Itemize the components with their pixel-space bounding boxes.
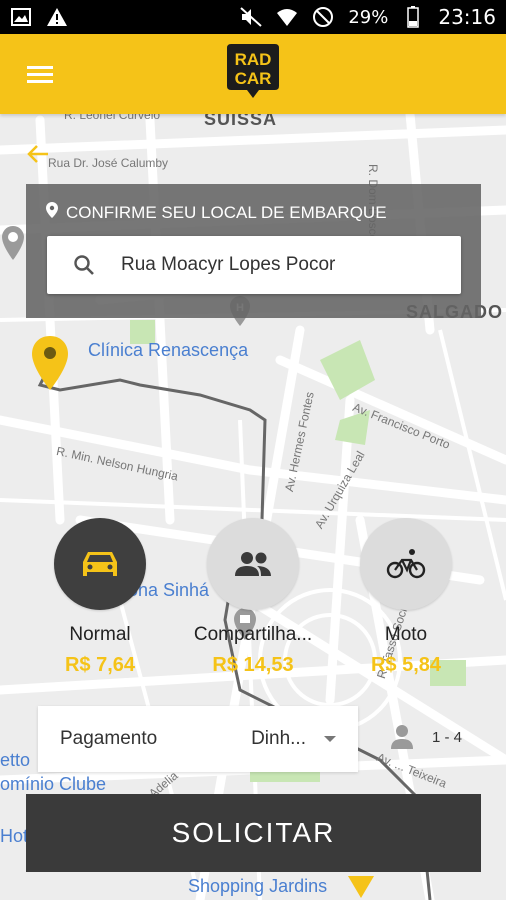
clock: 23:16 xyxy=(438,5,496,29)
option-moto[interactable]: Moto R$ 5,84 xyxy=(326,518,486,677)
option-price: R$ 5,84 xyxy=(370,654,442,676)
map-marker-icon xyxy=(2,226,24,260)
mute-icon xyxy=(240,6,263,28)
pickup-map-pin-icon[interactable] xyxy=(30,334,70,392)
option-shared[interactable]: Compartilha... R$ 14,53 xyxy=(173,518,333,677)
map-street-label: R. Leonel Curvelo xyxy=(64,114,161,122)
map-poi-label: Clínica Renascença xyxy=(88,340,249,360)
pickup-title-text: CONFIRME SEU LOCAL DE EMBARQUE xyxy=(66,202,387,222)
car-icon xyxy=(83,552,117,576)
hamburger-icon xyxy=(27,62,53,87)
battery-percent: 29% xyxy=(348,6,389,28)
pickup-title: CONFIRME SEU LOCAL DE EMBARQUE xyxy=(46,202,387,223)
map-poi-label: etto xyxy=(0,750,31,770)
image-notification-icon xyxy=(10,6,32,28)
option-circle[interactable] xyxy=(207,518,299,610)
menu-button[interactable] xyxy=(0,34,80,114)
map-district-label: SUISSA xyxy=(204,114,278,129)
logo-text-top: RAD xyxy=(235,50,272,69)
people-icon xyxy=(235,552,271,576)
payment-method-dropdown[interactable]: Dinh... xyxy=(251,728,336,750)
warning-icon xyxy=(46,6,68,28)
destination-pin-icon xyxy=(348,876,374,898)
radcar-logo: RAD CAR xyxy=(225,42,281,102)
do-not-disturb-icon xyxy=(312,6,334,28)
map-poi-label: Shopping Jardins xyxy=(188,876,328,896)
app-bar: RAD CAR xyxy=(0,34,506,114)
search-icon xyxy=(47,254,121,276)
passenger-count[interactable]: 1 - 4 xyxy=(390,724,462,750)
service-options: Normal R$ 7,64 Compartilha... R$ 14,53 M… xyxy=(0,518,506,688)
bicycle-icon xyxy=(386,549,426,579)
map-street-label: Rua Dr. José Calumby xyxy=(48,156,169,170)
passenger-range: 1 - 4 xyxy=(432,728,463,746)
dropdown-caret-icon xyxy=(324,736,336,742)
location-pin-icon xyxy=(46,202,58,223)
option-circle[interactable] xyxy=(360,518,452,610)
option-price: R$ 14,53 xyxy=(212,654,294,676)
pickup-address-value: Rua Moacyr Lopes Pocor xyxy=(121,254,336,275)
person-icon xyxy=(391,725,413,749)
pickup-panel: CONFIRME SEU LOCAL DE EMBARQUE Rua Moacy… xyxy=(26,184,481,318)
pickup-address-field[interactable]: Rua Moacyr Lopes Pocor xyxy=(47,236,461,294)
wifi-icon xyxy=(276,6,298,28)
option-circle[interactable] xyxy=(54,518,146,610)
option-name: Compartilha... xyxy=(193,624,313,645)
map-poi-label: omínio Clube xyxy=(0,774,107,794)
option-name: Normal xyxy=(69,624,131,645)
option-price: R$ 7,64 xyxy=(64,654,136,676)
battery-icon xyxy=(402,6,424,28)
request-ride-button[interactable]: SOLICITAR xyxy=(26,794,481,872)
payment-selector: Pagamento Dinh... xyxy=(38,706,358,772)
option-name: Moto xyxy=(384,624,428,645)
option-normal[interactable]: Normal R$ 7,64 xyxy=(20,518,180,677)
logo-text-bottom: CAR xyxy=(235,69,272,88)
map-poi-label: Hot xyxy=(0,826,29,846)
back-arrow-icon[interactable] xyxy=(26,142,50,166)
status-bar: 29% 23:16 xyxy=(0,0,506,34)
payment-method-value: Dinh... xyxy=(251,728,306,749)
payment-label: Pagamento xyxy=(60,728,158,749)
